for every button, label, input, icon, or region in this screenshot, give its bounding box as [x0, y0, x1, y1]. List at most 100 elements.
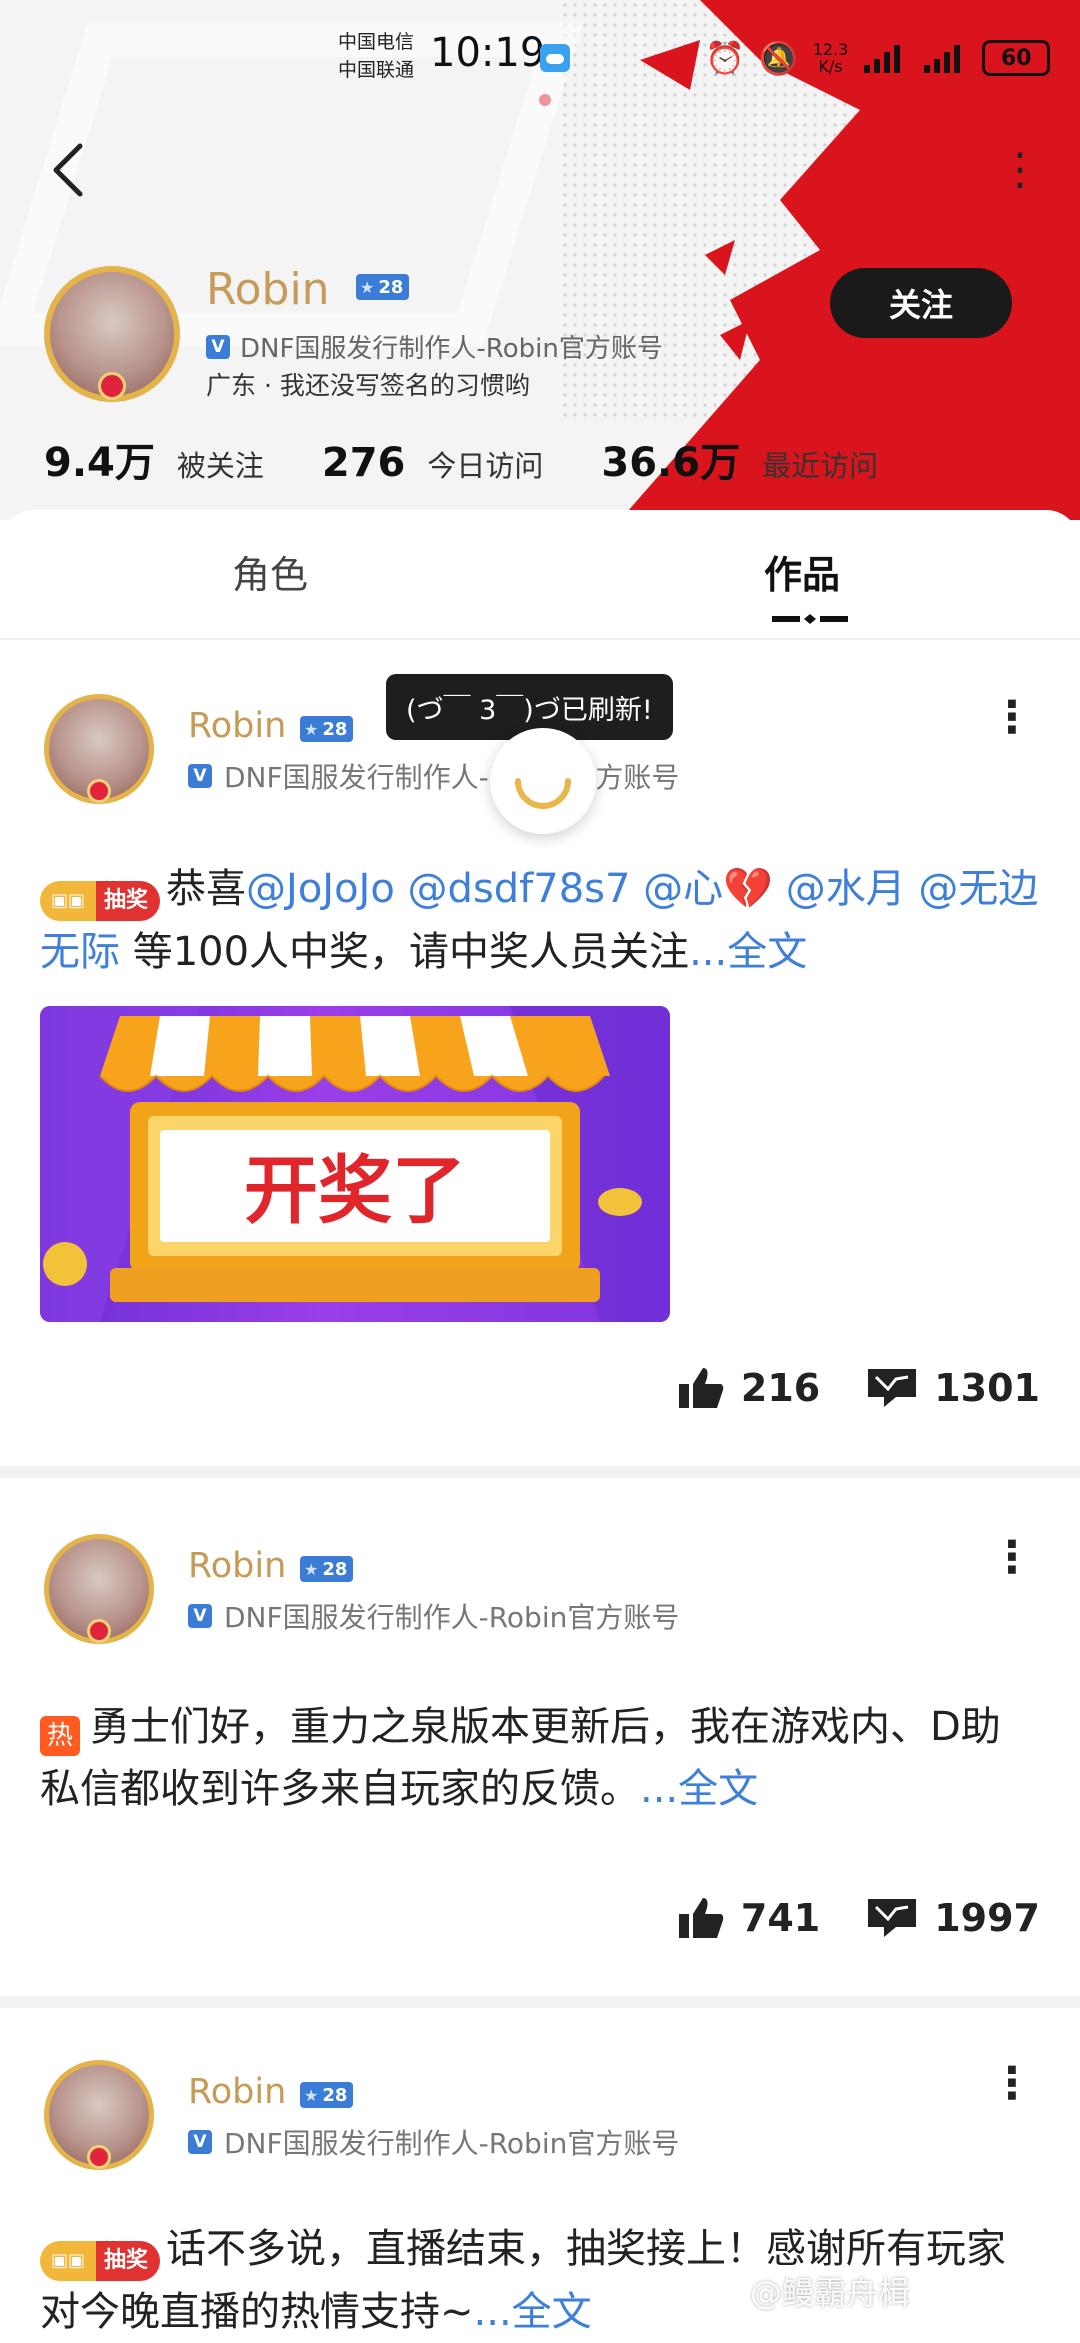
post-avatar[interactable]: [44, 1534, 154, 1644]
post-card[interactable]: Robin ★ 28 V DNF国服发行制作人-Robin官方账号 ⋮ 热勇士们…: [0, 1478, 1080, 1996]
mention-link[interactable]: @水月: [786, 866, 906, 912]
mention-link[interactable]: @dsdf78s7: [408, 866, 631, 912]
verified-v-icon: V: [188, 1604, 212, 1628]
post-more-button[interactable]: ⋮: [990, 696, 1034, 740]
verification-text: DNF国服发行制作人-Robin官方账号: [224, 761, 680, 794]
post-verification-row: V DNF国服发行制作人-Robin官方账号: [188, 756, 679, 796]
comment-button[interactable]: 1997: [866, 1896, 1040, 1940]
profile-stats: 9.4万 被关注 276 今日访问 36.6万 最近访问: [44, 430, 936, 488]
lottery-banner-text: 开奖了: [244, 1148, 466, 1234]
post-verification-row: V DNF国服发行制作人-Robin官方账号: [188, 2122, 679, 2162]
tab-works[interactable]: 作品: [764, 544, 840, 599]
verified-shield-icon: [87, 779, 111, 803]
verified-v-icon: V: [188, 2130, 212, 2154]
level-badge: ★ 28: [300, 1556, 354, 1582]
post-verification-row: V DNF国服发行制作人-Robin官方账号: [188, 1596, 679, 1636]
follow-button[interactable]: 关注: [830, 268, 1012, 338]
lottery-tag: ▣▣ 抽奖: [40, 881, 161, 921]
clock: 10:19: [430, 30, 546, 76]
followers-label: 被关注: [176, 449, 264, 483]
star-icon: ★: [304, 719, 319, 739]
loading-spinner-icon: [515, 778, 571, 809]
profile-name: Robin: [206, 264, 330, 315]
verified-shield-icon: [98, 372, 126, 400]
thumbs-up-icon: [678, 1368, 724, 1408]
profile-tabs: 角色 作品: [0, 510, 1080, 638]
alarm-icon: ⏰: [705, 39, 745, 77]
slot-machine-icon: ▣▣: [40, 881, 96, 921]
verified-shield-icon: [87, 1619, 111, 1643]
watermark: @鳗霸舟楫: [750, 2274, 911, 2312]
weather-icon: [540, 44, 570, 72]
post-text-segment: 恭喜: [166, 866, 247, 912]
post-card[interactable]: Robin ★ 28 V DNF国服发行制作人-Robin官方账号 ⋮ ▣▣ 抽…: [0, 2008, 1080, 2338]
tab-roles[interactable]: 角色: [232, 544, 308, 599]
active-tab-indicator: [772, 614, 848, 624]
verification-row: V DNF国服发行制作人-Robin官方账号: [206, 328, 663, 365]
mute-icon: 🔕: [758, 39, 799, 77]
lottery-shop-illustration: 开奖了: [40, 1006, 670, 1322]
post-actions: 216 1301: [677, 1366, 1040, 1410]
hot-tag: 热: [40, 1716, 80, 1756]
status-bar: 中国电信 中国联通 10:19 ⏰ 🔕 12.3 K/s 60: [0, 0, 1080, 110]
post-more-button[interactable]: ⋮: [990, 2062, 1034, 2106]
more-options-button[interactable]: ⋮: [998, 140, 1042, 200]
profile-header: 中国电信 中国联通 10:19 ⏰ 🔕 12.3 K/s 60 ⋮ Robin …: [0, 0, 1080, 520]
post-author-name[interactable]: Robin: [188, 1546, 286, 1586]
thumbs-up-icon: [678, 1898, 724, 1938]
verified-v-icon: V: [188, 764, 212, 788]
profile-bio: 广东 · 我还没写签名的习惯哟: [206, 371, 530, 400]
lottery-tag-label: 抽奖: [96, 881, 161, 921]
back-button[interactable]: [46, 140, 92, 200]
comment-button[interactable]: 1301: [866, 1366, 1040, 1410]
read-more-link[interactable]: ...全文: [640, 1766, 758, 1812]
carrier-2: 中国联通: [338, 59, 415, 81]
carrier-text: 中国电信 中国联通: [338, 28, 414, 84]
net-speed-unit: K/s: [818, 57, 843, 76]
recent-visits-count: 36.6万: [601, 440, 741, 486]
star-icon: ★: [304, 2085, 319, 2105]
followers-count: 9.4万: [44, 440, 155, 486]
post-author-name[interactable]: Robin: [188, 2072, 286, 2112]
like-count: 741: [740, 1896, 821, 1940]
level-number: 28: [322, 718, 348, 740]
post-avatar[interactable]: [44, 694, 154, 804]
verification-text: DNF国服发行制作人-Robin官方账号: [224, 1601, 680, 1634]
lottery-banner-image[interactable]: 开奖了: [40, 1006, 670, 1322]
net-speed-value: 12.3: [812, 40, 849, 59]
today-visits-count: 276: [321, 440, 406, 486]
level-number: 28: [322, 2084, 348, 2106]
lottery-tag-label: 抽奖: [96, 2241, 161, 2281]
post-text[interactable]: 热勇士们好，重力之泉版本更新后，我在游戏内、D助私信都收到许多来自玩家的反馈。.…: [40, 1696, 1040, 1820]
profile-avatar[interactable]: [44, 266, 180, 402]
chevron-left-icon: [53, 143, 83, 197]
level-badge: ★ 28: [356, 274, 410, 300]
signal-icon-2: [924, 45, 961, 73]
post-author-name[interactable]: Robin: [188, 706, 286, 746]
like-button[interactable]: 216: [677, 1366, 820, 1410]
post-more-button[interactable]: ⋮: [990, 1536, 1034, 1580]
post-separator: [0, 1996, 1080, 2008]
comment-count: 1997: [934, 1896, 1040, 1940]
read-more-link[interactable]: ...全文: [689, 929, 807, 975]
post-avatar[interactable]: [44, 2060, 154, 2170]
comment-count: 1301: [934, 1366, 1040, 1410]
post-text[interactable]: ▣▣ 抽奖 恭喜@JoJoJo @dsdf78s7 @心💔 @水月 @无边无际 …: [40, 858, 1040, 983]
refresh-spinner: [490, 728, 596, 834]
today-visits-label: 今日访问: [427, 449, 544, 483]
post-text-segment: 等100人中奖，请中奖人员关注: [120, 929, 690, 975]
mention-link[interactable]: @JoJoJo: [246, 866, 395, 912]
slot-machine-icon: ▣▣: [40, 2241, 96, 2281]
read-more-link[interactable]: ...全文: [474, 2289, 592, 2335]
system-icons: ⏰ 🔕 12.3 K/s 60: [705, 36, 1051, 80]
like-button[interactable]: 741: [677, 1896, 820, 1940]
verified-shield-icon: [87, 2145, 111, 2169]
star-icon: ★: [360, 277, 375, 297]
post-text-segment: 勇士们好，重力之泉版本更新后，我在游戏内、D助私信都收到许多来自玩家的反馈。: [40, 1704, 1001, 1812]
post-actions: 741 1997: [677, 1896, 1040, 1940]
level-badge: ★ 28: [300, 716, 354, 742]
comment-icon: [868, 1369, 917, 1407]
verification-text: DNF国服发行制作人-Robin官方账号: [224, 2127, 680, 2160]
recent-visits-label: 最近访问: [762, 449, 879, 483]
mention-link[interactable]: @心💔: [643, 866, 773, 912]
